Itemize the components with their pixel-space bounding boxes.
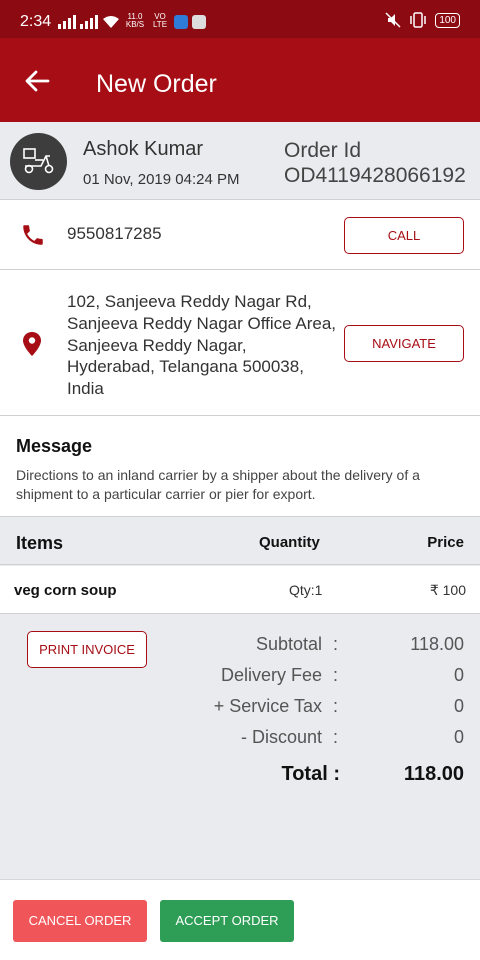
page-title: New Order [96,70,217,98]
price-column-header: Price [427,534,464,551]
discount-value: 0 [453,727,464,747]
separator-colon: : [333,727,339,747]
discount-row: - Discount : 0 [0,727,480,751]
signal-icon-2 [80,15,98,29]
battery-icon: 100 [435,12,460,28]
status-icons-left: 11.0 KB/S VO LTE [58,13,206,29]
service-tax-value: 0 [453,696,464,716]
quantity-column-header: Quantity [259,534,320,551]
items-table-header: Items Quantity Price [0,518,480,565]
total-row: Total : 118.00 [0,763,480,787]
bottom-action-bar: CANCEL ORDER ACCEPT ORDER [0,879,480,960]
items-column-header: Items [16,533,64,553]
delivery-fee-row: Delivery Fee : 0 [0,665,480,689]
phone-icon [23,225,43,245]
discount-label: - Discount [240,727,322,747]
separator-colon: : [333,696,339,716]
subtotal-value: 118.00 [410,634,464,654]
delivery-fee-label: Delivery Fee [220,665,322,685]
total-label: Total : [281,763,340,785]
message-section: Message Directions to an inland carrier … [0,416,480,517]
back-arrow-icon[interactable] [24,68,50,94]
separator-colon: : [333,665,339,685]
message-body: Directions to an inland carrier by a shi… [16,467,420,502]
item-name: veg corn soup [14,582,117,599]
volte-icon: VO LTE [152,12,168,29]
phone-row: 9550817285 CALL [0,200,480,270]
status-icons-right: 100 [385,12,460,28]
wifi-icon [103,16,119,28]
customer-name: Ashok Kumar [83,138,204,160]
item-price: ₹ 100 [429,582,466,598]
phone-number: 9550817285 [67,224,162,243]
order-summary: PRINT INVOICE Subtotal : 118.00 Delivery… [0,615,480,879]
order-id-label: Order Id [284,139,362,162]
subtotal-label: Subtotal [255,634,322,654]
location-pin-icon [23,332,41,356]
status-bar: 2:34 11.0 KB/S VO LTE 100 [0,0,480,38]
customer-header: Ashok Kumar 01 Nov, 2019 04:24 PM Order … [0,122,480,200]
service-tax-row: + Service Tax : 0 [0,696,480,720]
signal-icon [58,15,76,29]
cancel-order-button[interactable]: CANCEL ORDER [13,900,147,942]
delivery-fee-value: 0 [453,665,464,685]
app-bar: New Order [0,38,480,122]
table-row: veg corn soup Qty:1 ₹ 100 [0,566,480,614]
order-id-value: OD4119428066192 [284,164,466,187]
app-notification-icon-2 [192,15,206,29]
call-button[interactable]: CALL [344,217,464,254]
separator-colon: : [333,634,339,654]
accept-order-button[interactable]: ACCEPT ORDER [160,900,294,942]
avatar [10,133,67,190]
service-tax-label: + Service Tax [213,696,322,716]
message-title: Message [16,436,93,456]
order-datetime: 01 Nov, 2019 04:24 PM [83,171,240,188]
item-quantity: Qty:1 [289,582,323,598]
delivery-address: 102, Sanjeeva Reddy Nagar Rd, Sanjeeva R… [67,292,337,399]
app-notification-icon [174,15,188,29]
navigate-button[interactable]: NAVIGATE [344,325,464,362]
total-value: 118.00 [403,763,464,785]
mute-icon [385,12,401,28]
subtotal-row: Subtotal : 118.00 [0,634,480,658]
status-time: 2:34 [20,13,52,30]
address-row: 102, Sanjeeva Reddy Nagar Rd, Sanjeeva R… [0,270,480,416]
vibrate-icon [410,12,427,28]
delivery-scooter-icon [23,148,54,174]
net-speed: 11.0 KB/S [125,12,145,29]
